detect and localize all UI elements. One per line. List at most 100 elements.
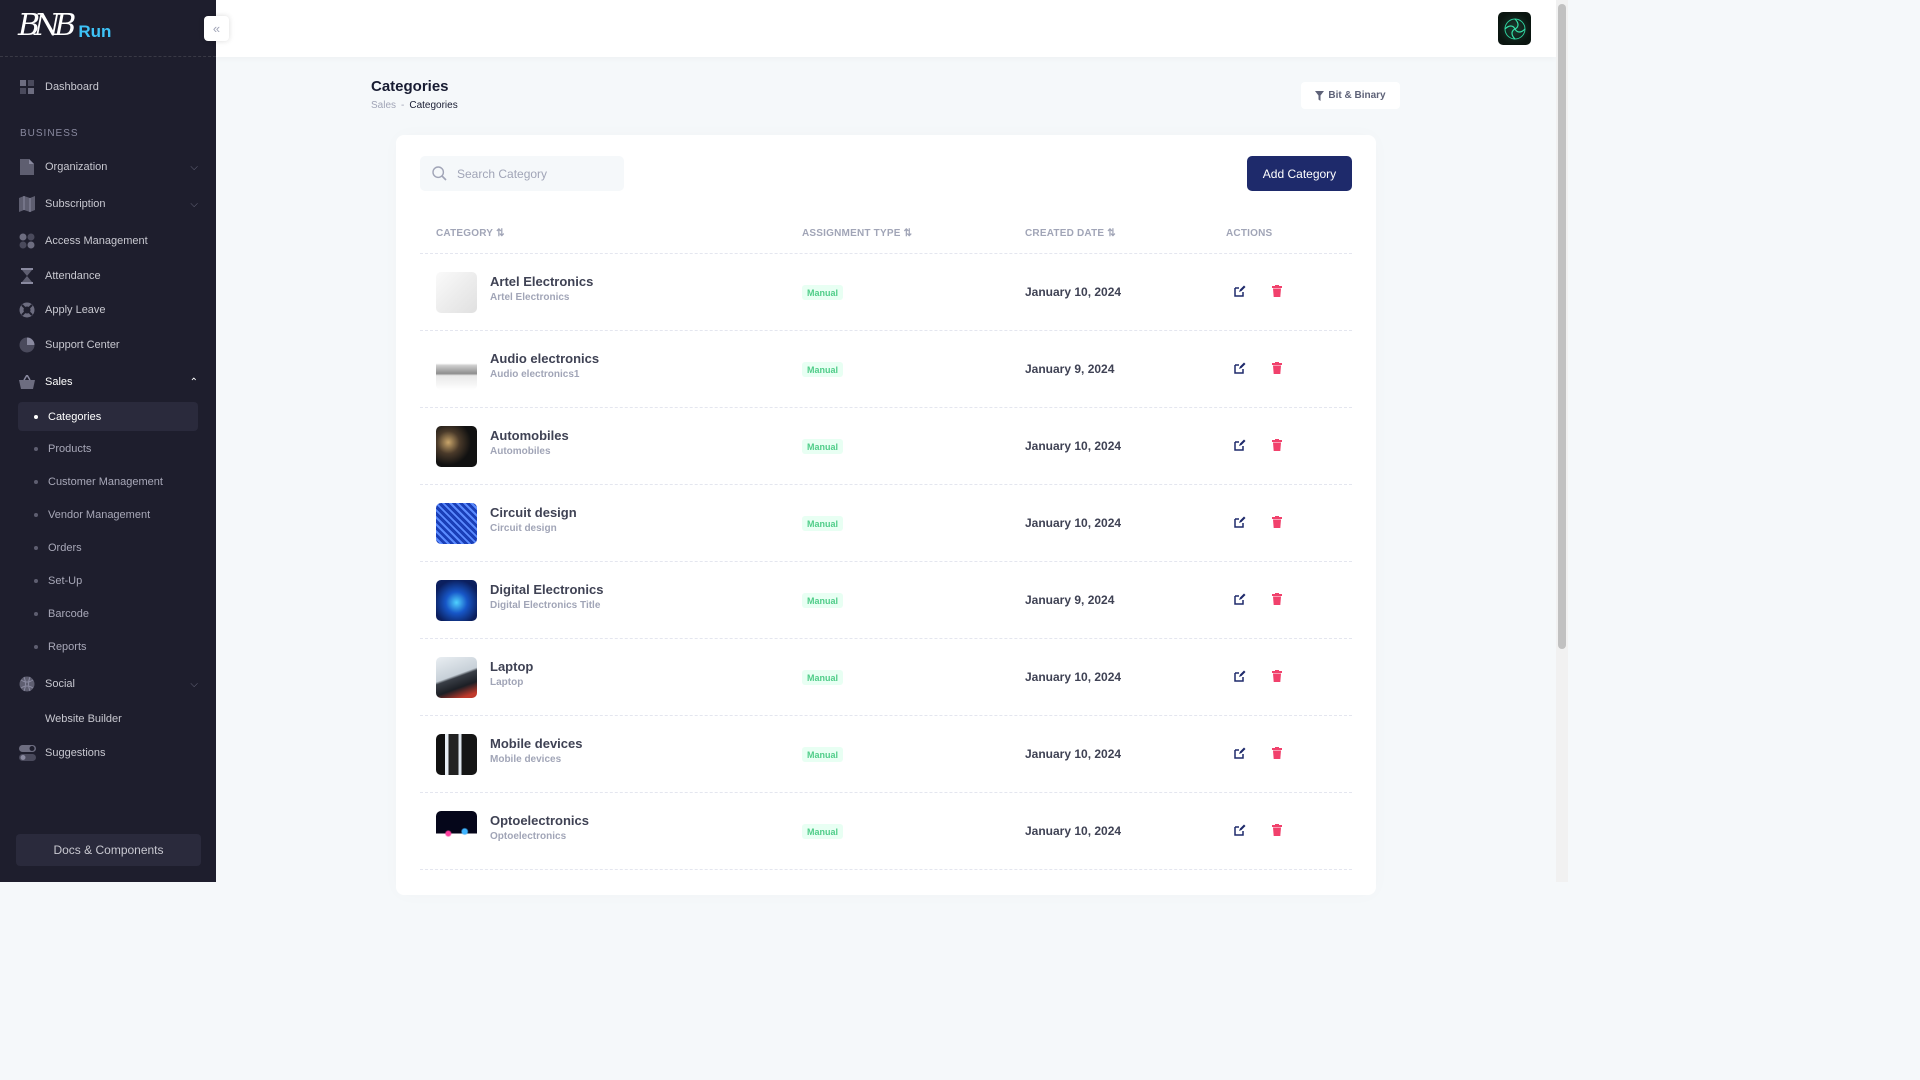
lifebuoy-icon [18, 301, 36, 319]
filter-button[interactable]: Bit & Binary [1301, 82, 1400, 109]
sidebar-collapse-button[interactable]: « [204, 16, 229, 41]
category-thumbnail[interactable] [436, 503, 477, 544]
edit-button[interactable] [1232, 668, 1248, 684]
delete-button[interactable] [1269, 360, 1285, 376]
column-header-created-date[interactable]: CREATED DATE ⇅ [1025, 228, 1116, 239]
category-name[interactable]: Circuit design [490, 505, 577, 520]
category-name[interactable]: Laptop [490, 659, 533, 674]
edit-button[interactable] [1232, 437, 1248, 453]
sidebar-subitem-label: Barcode [48, 607, 89, 620]
category-subtitle: Circuit design [490, 523, 557, 534]
category-subtitle: Automobiles [490, 446, 551, 457]
docs-components-button[interactable]: Docs & Components [16, 834, 201, 866]
table-row: Laptop Laptop Manual January 10, 2024 [420, 639, 1352, 716]
sidebar-item-attendance[interactable]: Attendance [18, 261, 198, 291]
category-thumbnail[interactable] [436, 734, 477, 775]
search-box[interactable] [420, 156, 624, 191]
brand-logo[interactable]: BNB Run [18, 6, 111, 46]
document-icon [18, 158, 36, 176]
column-header-label: ASSIGNMENT TYPE [802, 228, 901, 239]
sidebar-item-social[interactable]: Social ⌵ [18, 669, 198, 699]
sidebar-item-organization[interactable]: Organization ⌵ [18, 152, 198, 182]
sidebar-subitem-reports[interactable]: Reports [18, 632, 198, 661]
assignment-type-badge: Manual [802, 593, 844, 608]
sidebar-subitem-set-up[interactable]: Set-Up [18, 566, 198, 595]
delete-button[interactable] [1269, 822, 1285, 838]
category-name[interactable]: Audio electronics [490, 351, 599, 366]
category-thumbnail[interactable] [436, 811, 477, 852]
edit-button[interactable] [1232, 591, 1248, 607]
sidebar-item-label: Attendance [45, 270, 101, 282]
created-date: January 10, 2024 [1025, 747, 1122, 761]
sidebar-subitem-customer-management[interactable]: Customer Management [18, 467, 198, 496]
trash-icon [1272, 516, 1282, 528]
sidebar-item-access-management[interactable]: Access Management [18, 226, 198, 256]
category-thumbnail[interactable] [436, 349, 477, 390]
edit-icon [1234, 747, 1246, 759]
scrollbar-thumb[interactable] [1558, 4, 1566, 649]
chevron-down-icon: ⌵ [190, 198, 198, 210]
column-header-category[interactable]: CATEGORY ⇅ [436, 228, 505, 239]
sidebar-item-support-center[interactable]: Support Center [18, 330, 198, 360]
sidebar-item-sales[interactable]: Sales ⌃ [18, 367, 198, 397]
page-scrollbar[interactable] [1556, 0, 1568, 882]
category-name[interactable]: Automobiles [490, 428, 569, 443]
sidebar-item-suggestions[interactable]: Suggestions [18, 738, 198, 768]
delete-button[interactable] [1269, 668, 1285, 684]
sidebar-subitem-categories[interactable]: Categories [18, 402, 198, 431]
sidebar-item-dashboard[interactable]: Dashboard [18, 72, 198, 102]
sidebar: BNB Run Dashboard BUSINESS Organization … [0, 0, 216, 882]
edit-icon [1234, 670, 1246, 682]
sidebar-subitem-products[interactable]: Products [18, 434, 198, 463]
delete-button[interactable] [1269, 514, 1285, 530]
delete-button[interactable] [1269, 437, 1285, 453]
trash-icon [1272, 747, 1282, 759]
category-thumbnail[interactable] [436, 580, 477, 621]
assignment-type-badge: Manual [802, 362, 844, 377]
category-name[interactable]: Digital Electronics [490, 582, 603, 597]
table-row: Circuit design Circuit design Manual Januar… [420, 485, 1352, 562]
category-name[interactable]: Artel Electronics [490, 274, 593, 289]
edit-icon [1234, 362, 1246, 374]
sidebar-subitem-vendor-management[interactable]: Vendor Management [18, 500, 198, 529]
category-subtitle: Optoelectronics [490, 831, 567, 842]
category-name[interactable]: Mobile devices [490, 736, 582, 751]
delete-button[interactable] [1269, 745, 1285, 761]
double-chevron-left-icon: « [212, 21, 221, 36]
map-icon [18, 195, 36, 213]
category-thumbnail[interactable] [436, 657, 477, 698]
breadcrumb-current: Categories [409, 100, 458, 111]
table-row: Mobile devices Mobile devices Manual Januar… [420, 716, 1352, 793]
sidebar-item-subscription[interactable]: Subscription ⌵ [18, 189, 198, 219]
edit-button[interactable] [1232, 822, 1248, 838]
hourglass-icon [18, 267, 36, 285]
delete-button[interactable] [1269, 283, 1285, 299]
sidebar-subitem-orders[interactable]: Orders [18, 533, 198, 562]
category-subtitle: Laptop [490, 677, 524, 688]
edit-button[interactable] [1232, 514, 1248, 530]
category-thumbnail[interactable] [436, 272, 477, 313]
edit-button[interactable] [1232, 283, 1248, 299]
user-avatar[interactable] [1498, 12, 1531, 45]
sidebar-subitem-label: Set-Up [48, 574, 83, 587]
category-thumbnail[interactable] [436, 426, 477, 467]
sidebar-item-website-builder[interactable]: Website Builder [18, 704, 198, 734]
bullet-icon [34, 578, 38, 583]
add-category-button[interactable]: Add Category [1247, 156, 1352, 191]
breadcrumb-link-sales[interactable]: Sales [371, 100, 396, 111]
category-name[interactable]: Optoelectronics [490, 813, 589, 828]
column-header-assignment-type[interactable]: ASSIGNMENT TYPE ⇅ [802, 228, 912, 239]
edit-button[interactable] [1232, 360, 1248, 376]
sidebar-subitem-label: Products [48, 442, 92, 455]
edit-button[interactable] [1232, 745, 1248, 761]
delete-button[interactable] [1269, 591, 1285, 607]
filter-label: Bit & Binary [1328, 90, 1386, 101]
bullet-icon [34, 446, 38, 451]
search-input[interactable] [457, 166, 607, 181]
sidebar-subitem-label: Reports [48, 640, 87, 653]
sidebar-item-label: Subscription [45, 198, 106, 210]
bullet-icon [34, 545, 38, 550]
sidebar-item-apply-leave[interactable]: Apply Leave [18, 295, 198, 325]
table-row: Digital Electronics Digital Electronics T… [420, 562, 1352, 639]
sidebar-subitem-barcode[interactable]: Barcode [18, 599, 198, 628]
